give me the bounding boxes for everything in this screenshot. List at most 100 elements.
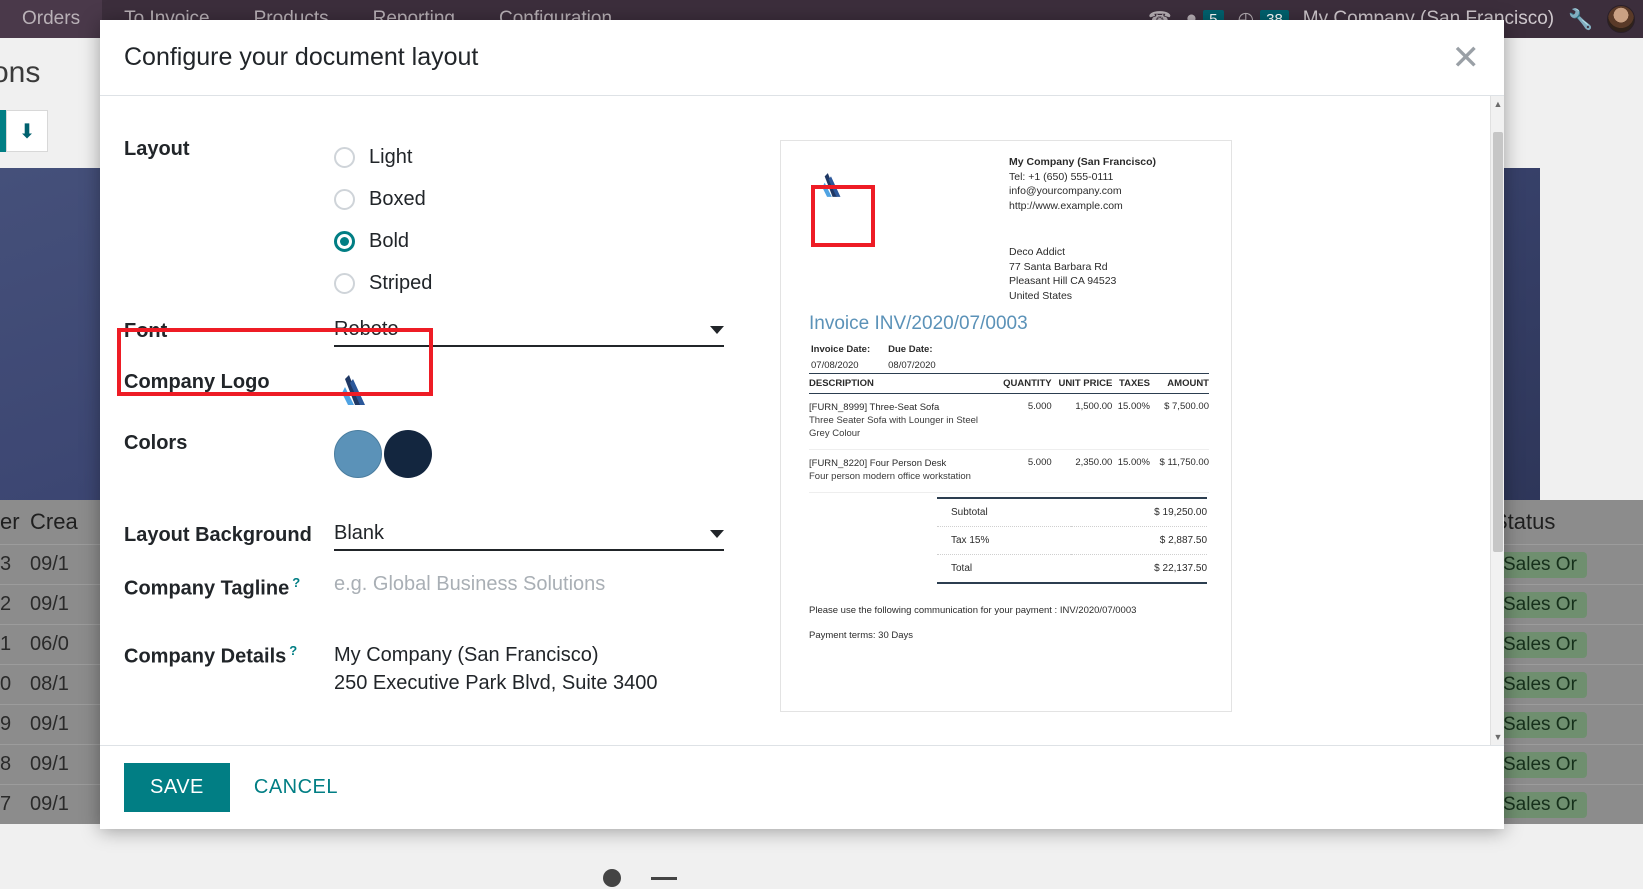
field-label-layout-background: Layout Background (124, 524, 312, 546)
layout-option-light[interactable]: Light (334, 136, 724, 178)
cancel-button[interactable]: CANCEL (238, 763, 354, 812)
preview-company-name: My Company (San Francisco) (1009, 156, 1157, 168)
preview-company-tel: Tel: +1 (650) 555-0111 (1009, 170, 1114, 183)
preview-line-quantity: 5.000 (992, 393, 1052, 450)
preview-payment-communication: Please use the following communication f… (809, 605, 1137, 616)
layout-settings-form: Layout Light Boxed Bold Striped Font Roboto… (100, 96, 790, 745)
layout-background-select-wrap: Blank (334, 522, 724, 551)
preview-line-taxes: 15.00% (1112, 449, 1150, 493)
preview-line-subtitle: Three Seater Sofa with Lounger in Steel … (809, 415, 978, 439)
dialog-body: Layout Light Boxed Bold Striped Font Roboto… (100, 96, 1504, 745)
radio-icon[interactable] (334, 272, 355, 294)
preview-invoice-title: Invoice INV/2020/07/0003 (809, 313, 1028, 334)
preview-grandtotal-value: $ 22,137.50 (1071, 554, 1207, 584)
dialog-title: Configure your document layout (124, 43, 479, 71)
preview-invoice-date-label: Invoice Date: (811, 344, 871, 355)
save-button[interactable]: SAVE (124, 763, 230, 812)
preview-lines-header-row: DESCRIPTION QUANTITY UNIT PRICE TAXES AM… (809, 373, 1209, 394)
taskbar-indicators (540, 867, 740, 889)
preview-line-title: [FURN_8999] Three-Seat Sofa (809, 402, 940, 413)
preview-col-description: DESCRIPTION (809, 373, 993, 394)
preview-line-title: [FURN_8220] Four Person Desk (809, 458, 947, 469)
radio-icon[interactable] (334, 230, 355, 252)
preview-company-logo-icon (803, 159, 859, 211)
company-tagline-input[interactable]: e.g. Global Business Solutions (334, 573, 605, 595)
preview-col-amount: AMOUNT (1149, 373, 1209, 394)
preview-tax-value: $ 2,887.50 (1071, 526, 1207, 555)
field-company-tagline: Company Tagline? e.g. Global Business So… (124, 573, 770, 601)
layout-option-boxed[interactable]: Boxed (334, 178, 724, 220)
company-tagline-control: e.g. Global Business Solutions (334, 573, 724, 596)
chevron-up-icon[interactable]: ▲ (1491, 96, 1504, 112)
layout-option-bold[interactable]: Bold (334, 220, 724, 262)
preview-lines-table: DESCRIPTION QUANTITY UNIT PRICE TAXES AM… (809, 373, 1209, 493)
company-details-label-text: Company Details (124, 645, 287, 668)
document-preview-pane: My Company (San Francisco) Tel: +1 (650)… (780, 96, 1504, 745)
preview-line-unit-price: 2,350.00 (1051, 449, 1113, 493)
preview-customer-block: Deco Addict 77 Santa Barbara Rd Pleasant… (1009, 245, 1209, 303)
preview-line-unit-price: 1,500.00 (1051, 393, 1113, 450)
preview-line-row: [FURN_8999] Three-Seat Sofa Three Seater … (809, 393, 1209, 450)
preview-scrollbar[interactable]: ▲ ▼ (1490, 96, 1504, 745)
radio-icon[interactable] (334, 146, 355, 168)
field-company-logo: Company Logo (124, 369, 770, 412)
layout-background-select-value: Blank (334, 522, 385, 544)
field-label-company-details: Company Details? (124, 641, 334, 669)
company-logo-svg (342, 375, 365, 405)
preview-due-date: 08/07/2020 (888, 360, 936, 371)
field-font: Font Roboto (124, 318, 770, 347)
field-label-company-logo: Company Logo (124, 371, 270, 393)
font-select-wrap: Roboto (334, 318, 724, 347)
layout-option-label: Light (369, 145, 413, 168)
preview-subtotal-value: $ 19,250.00 (1071, 497, 1207, 527)
chevron-down-icon[interactable]: ▼ (1491, 729, 1504, 745)
font-select-value: Roboto (334, 318, 399, 340)
layout-option-label: Bold (369, 229, 410, 252)
preview-grandtotal-label: Total (937, 554, 1072, 584)
company-details-line: My Company (San Francisco) (334, 643, 599, 666)
preview-customer-street: 77 Santa Barbara Rd (1009, 260, 1108, 273)
help-icon[interactable]: ? (292, 575, 300, 590)
field-label-company-tagline: Company Tagline? (124, 573, 334, 601)
radio-icon[interactable] (334, 188, 355, 210)
preview-due-date-label: Due Date: (888, 344, 933, 355)
home-circle-icon[interactable] (603, 869, 621, 887)
dialog-header: Configure your document layout ✕ (100, 20, 1504, 96)
field-layout: Layout Light Boxed Bold Striped (124, 136, 770, 304)
chevron-down-icon (710, 529, 724, 538)
field-label-font: Font (124, 320, 168, 342)
font-select[interactable]: Roboto (334, 318, 724, 347)
preview-dates: Invoice Date: Due Date: 07/08/2020 08/07… (809, 341, 954, 375)
preview-dates-table: Invoice Date: Due Date: 07/08/2020 08/07… (809, 341, 954, 375)
scrollbar-thumb[interactable] (1493, 132, 1503, 552)
preview-line-amount: $ 11,750.00 (1149, 449, 1209, 493)
preview-col-quantity: QUANTITY (992, 373, 1052, 394)
recents-dash-icon[interactable] (651, 876, 677, 880)
preview-line-row: [FURN_8220] Four Person Desk Four person … (809, 449, 1209, 493)
layout-option-label: Boxed (369, 187, 426, 210)
color-swatch-secondary[interactable] (384, 430, 432, 478)
color-swatch-primary[interactable] (334, 430, 382, 478)
field-label-colors: Colors (124, 432, 188, 454)
preview-line-amount: $ 7,500.00 (1149, 393, 1209, 450)
colors-control (334, 430, 724, 478)
company-details-input[interactable]: My Company (San Francisco) 250 Executive … (334, 641, 724, 697)
company-logo-control[interactable] (334, 369, 724, 412)
layout-radio-group: Light Boxed Bold Striped (334, 136, 724, 304)
preview-line-taxes: 15.00% (1112, 393, 1150, 450)
layout-background-select[interactable]: Blank (334, 522, 724, 551)
preview-total-row: Total $ 22,137.50 (937, 554, 1207, 584)
preview-total-row: Tax 15% $ 2,887.50 (937, 526, 1207, 555)
preview-col-taxes: TAXES (1112, 373, 1150, 394)
close-icon[interactable]: ✕ (1452, 41, 1481, 75)
preview-total-row: Subtotal $ 19,250.00 (937, 497, 1207, 527)
company-logo-icon[interactable] (334, 369, 724, 412)
preview-tax-label: Tax 15% (937, 526, 1072, 555)
preview-customer-name: Deco Addict (1009, 246, 1066, 258)
preview-line-quantity: 5.000 (992, 449, 1052, 493)
help-icon[interactable]: ? (289, 643, 297, 658)
layout-option-striped[interactable]: Striped (334, 262, 724, 304)
preview-payment-terms: Payment terms: 30 Days (809, 630, 914, 641)
dialog-footer: SAVE CANCEL (100, 745, 1504, 829)
field-company-details: Company Details? My Company (San Francis… (124, 641, 770, 697)
